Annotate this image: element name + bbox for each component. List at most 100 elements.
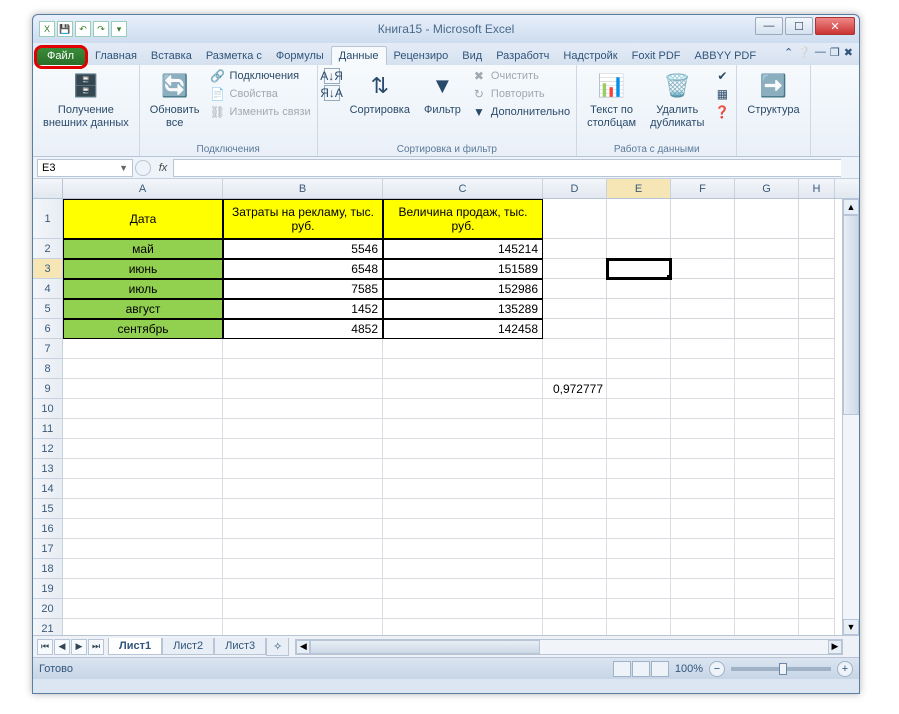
reapply-button[interactable]: ↻Повторить — [471, 86, 570, 102]
cell-A2[interactable]: май — [63, 239, 223, 259]
tab-insert[interactable]: Вставка — [144, 47, 199, 65]
fx-label[interactable]: fx — [153, 162, 173, 174]
view-layout-button[interactable] — [632, 661, 650, 677]
cell-C2[interactable]: 145214 — [383, 239, 543, 259]
view-normal-button[interactable] — [613, 661, 631, 677]
cell-D9[interactable]: 0,972777 — [543, 379, 607, 399]
row-header-15[interactable]: 15 — [33, 499, 63, 519]
col-header-A[interactable]: A — [63, 179, 223, 198]
cell-H1[interactable] — [799, 199, 835, 239]
col-header-F[interactable]: F — [671, 179, 735, 198]
sheet-tab-3[interactable]: Лист3 — [214, 638, 266, 655]
scroll-right-icon[interactable]: ▶ — [828, 640, 842, 654]
tab-data[interactable]: Данные — [331, 46, 387, 65]
formula-input[interactable] — [173, 159, 841, 177]
name-box-dropdown-icon[interactable]: ▼ — [119, 163, 128, 173]
sheet-nav-last-icon[interactable]: ⏭ — [88, 639, 104, 655]
tab-layout[interactable]: Разметка с — [199, 47, 269, 65]
sort-desc-button[interactable]: Я↓А — [324, 85, 340, 101]
name-box[interactable]: E3 ▼ — [37, 159, 133, 177]
outline-button[interactable]: ➡️ Структура — [743, 68, 803, 119]
row-header-12[interactable]: 12 — [33, 439, 63, 459]
maximize-button[interactable]: ☐ — [785, 17, 813, 35]
sheet-nav-first-icon[interactable]: ⏮ — [37, 639, 53, 655]
tab-file[interactable]: Файл — [35, 47, 86, 65]
row-header-6[interactable]: 6 — [33, 319, 63, 339]
properties-button[interactable]: 📄Свойства — [210, 86, 311, 102]
cell-C1[interactable]: Величина продаж, тыс. руб. — [383, 199, 543, 239]
cell-E5[interactable] — [607, 299, 671, 319]
get-external-data-button[interactable]: 🗄️ Получение внешних данных — [39, 68, 133, 131]
tab-home[interactable]: Главная — [88, 47, 144, 65]
zoom-knob[interactable] — [779, 663, 787, 675]
consolidate-button[interactable]: ▦ — [714, 86, 730, 102]
col-header-C[interactable]: C — [383, 179, 543, 198]
cell-B1[interactable]: Затраты на рекламу, тыс. руб. — [223, 199, 383, 239]
row-header-20[interactable]: 20 — [33, 599, 63, 619]
row-header-10[interactable]: 10 — [33, 399, 63, 419]
col-header-G[interactable]: G — [735, 179, 799, 198]
cell-C4[interactable]: 152986 — [383, 279, 543, 299]
col-header-H[interactable]: H — [799, 179, 835, 198]
sheet-tab-1[interactable]: Лист1 — [108, 638, 162, 655]
workbook-close-icon[interactable]: ✖ — [844, 46, 853, 59]
remove-duplicates-button[interactable]: 🗑️ Удалить дубликаты — [646, 68, 708, 131]
hscroll-thumb[interactable] — [310, 640, 540, 654]
connections-button[interactable]: 🔗Подключения — [210, 68, 311, 84]
cell-B5[interactable]: 1452 — [223, 299, 383, 319]
cell-B2[interactable]: 5546 — [223, 239, 383, 259]
scroll-left-icon[interactable]: ◀ — [296, 640, 310, 654]
row-header-11[interactable]: 11 — [33, 419, 63, 439]
help-icon[interactable]: ❔ — [797, 46, 811, 59]
cell-C3[interactable]: 151589 — [383, 259, 543, 279]
row-header-2[interactable]: 2 — [33, 239, 63, 259]
tab-view[interactable]: Вид — [455, 47, 489, 65]
qat-more-icon[interactable]: ▾ — [111, 21, 127, 37]
cell-E1[interactable] — [607, 199, 671, 239]
cell-A3[interactable]: июнь — [63, 259, 223, 279]
view-pagebreak-button[interactable] — [651, 661, 669, 677]
clear-filter-button[interactable]: ✖Очистить — [471, 68, 570, 84]
zoom-in-button[interactable]: + — [837, 661, 853, 677]
edit-links-button[interactable]: ⛓Изменить связи — [210, 104, 311, 120]
scroll-down-icon[interactable]: ▼ — [843, 619, 859, 635]
sheet-nav-next-icon[interactable]: ▶ — [71, 639, 87, 655]
row-header-21[interactable]: 21 — [33, 619, 63, 635]
cell-B6[interactable]: 4852 — [223, 319, 383, 339]
row-header-16[interactable]: 16 — [33, 519, 63, 539]
sort-button[interactable]: ⇅ Сортировка — [346, 68, 414, 119]
col-header-D[interactable]: D — [543, 179, 607, 198]
row-header-9[interactable]: 9 — [33, 379, 63, 399]
tab-addins[interactable]: Надстройк — [556, 47, 624, 65]
new-sheet-button[interactable]: ✧ — [266, 638, 289, 656]
cell-B4[interactable]: 7585 — [223, 279, 383, 299]
row-header-17[interactable]: 17 — [33, 539, 63, 559]
cell-E3[interactable] — [607, 259, 671, 279]
cell-A5[interactable]: август — [63, 299, 223, 319]
vscroll-thumb[interactable] — [843, 215, 859, 415]
row-header-14[interactable]: 14 — [33, 479, 63, 499]
cell-A1[interactable]: Дата — [63, 199, 223, 239]
minimize-button[interactable]: — — [755, 17, 783, 35]
tab-review[interactable]: Рецензиро — [387, 47, 456, 65]
sort-asc-button[interactable]: А↓Я — [324, 68, 340, 84]
scroll-up-icon[interactable]: ▲ — [843, 199, 859, 215]
cell-G1[interactable] — [735, 199, 799, 239]
cell-E2[interactable] — [607, 239, 671, 259]
data-validation-button[interactable]: ✔ — [714, 68, 730, 84]
save-icon[interactable]: 💾 — [57, 21, 73, 37]
text-to-columns-button[interactable]: 📊 Текст по столбцам — [583, 68, 640, 131]
cell-F1[interactable] — [671, 199, 735, 239]
row-header-19[interactable]: 19 — [33, 579, 63, 599]
select-all-corner[interactable] — [33, 179, 63, 198]
sheet-tab-2[interactable]: Лист2 — [162, 638, 214, 655]
tab-formulas[interactable]: Формулы — [269, 47, 331, 65]
close-button[interactable]: ✕ — [815, 17, 855, 35]
vertical-scrollbar[interactable]: ▲ ▼ — [842, 199, 859, 635]
tab-abbyy[interactable]: ABBYY PDF — [688, 47, 764, 65]
tab-foxit[interactable]: Foxit PDF — [625, 47, 688, 65]
cell-D1[interactable] — [543, 199, 607, 239]
cell-E6[interactable] — [607, 319, 671, 339]
col-header-E[interactable]: E — [607, 179, 671, 198]
whatif-button[interactable]: ❓ — [714, 104, 730, 120]
